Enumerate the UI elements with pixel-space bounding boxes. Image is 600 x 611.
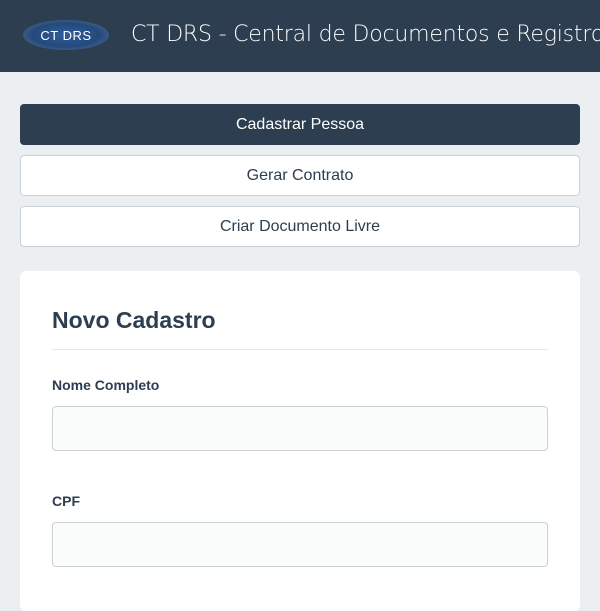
gerar-contrato-button[interactable]: Gerar Contrato <box>20 155 580 196</box>
nome-completo-label: Nome Completo <box>52 377 160 393</box>
top-header: CT DRS CT DRS - Central de Documentos e … <box>0 0 600 72</box>
cpf-label: CPF <box>52 493 80 509</box>
novo-cadastro-card: Novo Cadastro Nome Completo CPF <box>20 271 580 611</box>
title-divider <box>52 349 548 350</box>
cpf-input[interactable] <box>52 522 548 567</box>
logo-text: CT DRS <box>40 27 92 43</box>
form-title: Novo Cadastro <box>52 307 216 333</box>
ct-drs-logo: CT DRS <box>23 20 109 50</box>
cadastrar-pessoa-button[interactable]: Cadastrar Pessoa <box>20 104 580 145</box>
criar-documento-livre-button[interactable]: Criar Documento Livre <box>20 206 580 247</box>
app-title: CT DRS - Central de Documentos e Registr… <box>131 22 600 47</box>
nome-completo-input[interactable] <box>52 406 548 451</box>
